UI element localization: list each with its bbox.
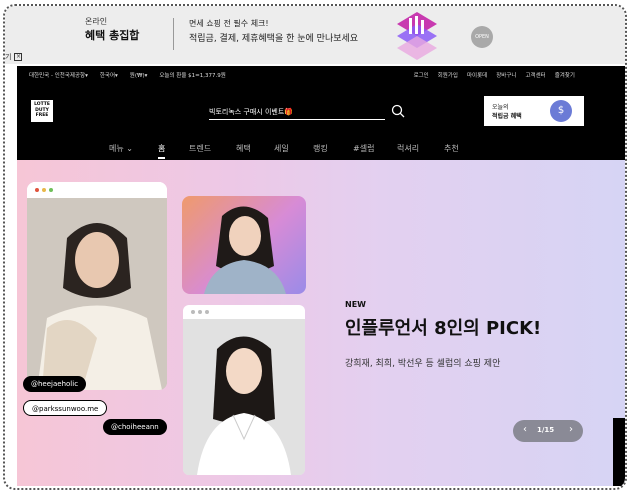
cart-link[interactable]: 장바구니 (496, 71, 516, 79)
dot-grey (198, 310, 202, 314)
location-select[interactable]: 대한민국 - 인천국제공항▾ (29, 71, 88, 79)
search-input[interactable]: 빅토리녹스 구매시 이벤트🎁 (209, 104, 385, 120)
site-header: LOTTE DUTY FREE 빅토리녹스 구매시 이벤트🎁 오늘의 적립금 혜… (17, 84, 625, 160)
influencer-card-1[interactable] (27, 182, 167, 390)
nav-home[interactable]: 홈 (158, 143, 166, 159)
dot-red (35, 188, 39, 192)
login-link[interactable]: 로그인 (414, 71, 429, 79)
new-label: NEW (345, 300, 366, 309)
open-button[interactable]: OPEN (471, 26, 493, 48)
nav-benefit[interactable]: 혜택 (236, 143, 251, 154)
influencer-tag-2[interactable]: @parkssunwoo.me (23, 400, 108, 416)
hero-banner[interactable]: @heejaeholic @parkssunwoo.me @choiheeann… (17, 160, 625, 486)
promo-close-text: 기 (5, 53, 12, 61)
benefit-line2: 적립금 혜택 (492, 113, 522, 120)
window-bar (27, 182, 167, 198)
lotte-logo[interactable]: LOTTE DUTY FREE (31, 100, 53, 122)
dot-grey (191, 310, 195, 314)
dot-green (49, 188, 53, 192)
support-link[interactable]: 고객센터 (526, 71, 546, 79)
promo-title: 혜택 총집합 (85, 29, 140, 42)
window-bar (183, 305, 305, 319)
chevron-left-icon[interactable]: ‹ (523, 424, 527, 435)
search-icon[interactable] (391, 104, 405, 118)
side-panel-edge (613, 418, 625, 486)
promo-divider (173, 18, 174, 50)
utility-left: 대한민국 - 인천국제공항▾ 한국어▾ 원(₩)▾ 오늘의 환율 $1=1,37… (29, 71, 226, 79)
promo-small-label: 온라인 (85, 17, 108, 26)
promo-line2: 적립금, 결제, 제휴혜택을 한 눈에 만나보세요 (189, 34, 359, 44)
nav-recommend[interactable]: 추천 (444, 143, 459, 154)
nav-sale[interactable]: 세일 (274, 143, 289, 154)
main-nav: 메뉴 ⌄ 홈 트렌드 혜택 세일 랭킹 #셀럽 럭셔리 추천 (17, 140, 625, 160)
nav-luxury[interactable]: 럭셔리 (397, 143, 419, 154)
promo-banner[interactable]: 온라인 혜택 총집합 면세 쇼핑 전 필수 체크! 적립금, 결제, 제휴혜택을… (5, 6, 625, 64)
language-select[interactable]: 한국어▾ (100, 71, 118, 79)
influencer-tag-3[interactable]: @choiheeann (103, 419, 167, 435)
nav-menu[interactable]: 메뉴 ⌄ (109, 143, 133, 154)
promo-close-row[interactable]: 기 × (5, 52, 23, 62)
dot-grey (205, 310, 209, 314)
slide-counter: 1/15 (537, 426, 555, 434)
influencer-card-3[interactable] (183, 305, 305, 475)
influencer-photo-1 (27, 198, 167, 390)
hero-description: 강희재, 최희, 박선우 등 셀럽의 쇼핑 제안 (345, 359, 501, 369)
benefit-banner[interactable]: 오늘의 적립금 혜택 $ (484, 96, 584, 126)
coin-icon: $ (550, 100, 572, 122)
chevron-right-icon[interactable]: › (569, 424, 573, 435)
close-icon[interactable]: × (14, 53, 23, 61)
favorites-link[interactable]: 즐겨찾기 (555, 71, 575, 79)
signup-link[interactable]: 회원가입 (438, 71, 458, 79)
nav-celeb[interactable]: #셀럽 (353, 143, 374, 154)
nav-trend[interactable]: 트렌드 (189, 143, 211, 154)
page-frame: 온라인 혜택 총집합 면세 쇼핑 전 필수 체크! 적립금, 결제, 제휴혜택을… (3, 4, 627, 490)
currency-select[interactable]: 원(₩)▾ (130, 71, 148, 79)
logo-line: LOTTE (34, 102, 50, 107)
carousel-pager: ‹ 1/15 › (513, 420, 583, 442)
influencer-tag-1[interactable]: @heejaeholic (23, 376, 87, 392)
logo-line: FREE (35, 113, 49, 118)
influencer-card-2[interactable] (182, 196, 306, 294)
dot-yellow (42, 188, 46, 192)
search-value: 빅토리녹스 구매시 이벤트🎁 (209, 108, 294, 116)
exchange-rate: 오늘의 환율 $1=1,377.9원 (159, 73, 226, 79)
hero-headline: 인플루언서 8인의 PICK! (345, 318, 542, 339)
influencer-photo-3 (183, 319, 305, 475)
promo-line1: 면세 쇼핑 전 필수 체크! (189, 19, 269, 28)
utility-bar: 대한민국 - 인천국제공항▾ 한국어▾ 원(₩)▾ 오늘의 환율 $1=1,37… (17, 66, 625, 84)
mypage-link[interactable]: 마이롯데 (467, 71, 487, 79)
promo-art-icon (397, 12, 437, 60)
benefit-line1: 오늘의 (492, 104, 509, 111)
influencer-photo-2 (204, 206, 286, 294)
utility-right: 로그인 회원가입 마이롯데 장바구니 고객센터 즐겨찾기 (414, 71, 575, 79)
nav-ranking[interactable]: 랭킹 (313, 143, 328, 154)
